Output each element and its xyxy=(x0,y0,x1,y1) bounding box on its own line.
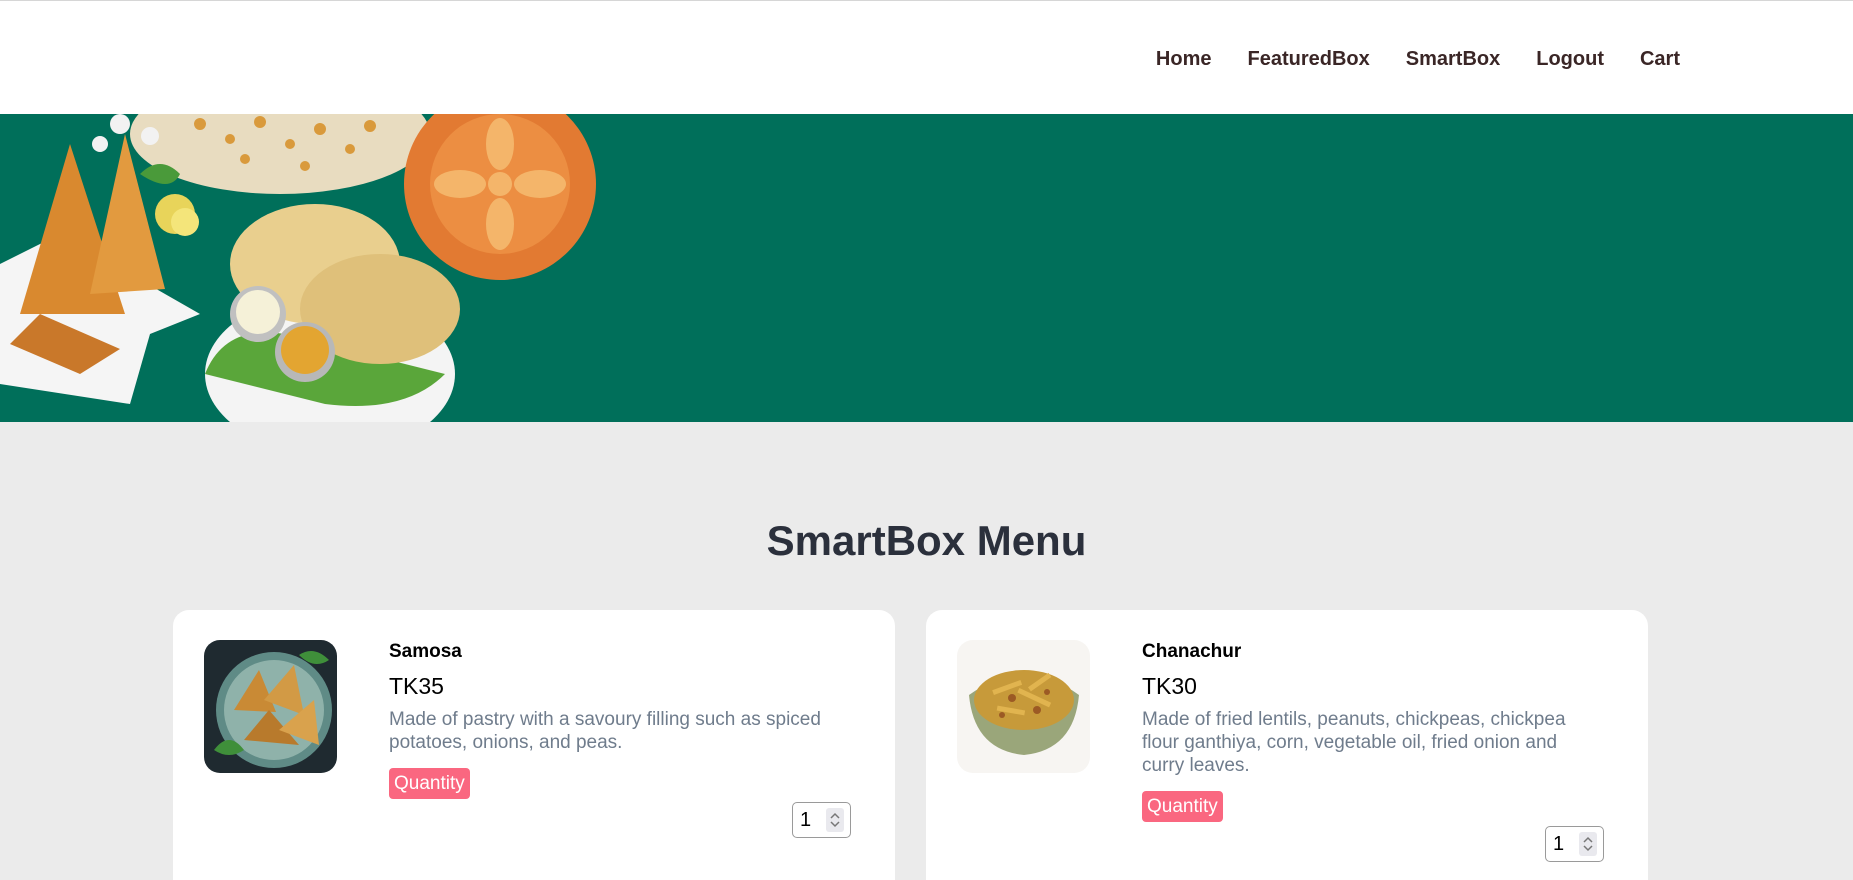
quantity-label-badge: Quantity xyxy=(1142,791,1223,822)
navbar: Home FeaturedBox SmartBox Logout Cart xyxy=(0,0,1853,114)
quantity-stepper[interactable]: 1 xyxy=(792,802,851,838)
chanachur-bowl-image xyxy=(957,640,1090,773)
nav-cart-link[interactable]: Cart xyxy=(1640,48,1680,70)
quantity-value[interactable]: 1 xyxy=(1553,832,1564,856)
menu-item-card: Chanachur TK30 Made of fried lentils, pe… xyxy=(926,610,1648,880)
menu-item-card: Samosa TK35 Made of pastry with a savour… xyxy=(173,610,895,880)
snacks-collage-image xyxy=(0,114,596,422)
item-name: Chanachur xyxy=(1142,641,1242,662)
stepper-arrows-icon[interactable] xyxy=(1579,832,1597,856)
nav-smartbox-link[interactable]: SmartBox xyxy=(1406,48,1500,70)
quantity-value[interactable]: 1 xyxy=(800,808,811,832)
menu-item-details: Chanachur TK30 Made of fried lentils, pe… xyxy=(1142,640,1602,822)
menu-title: SmartBox Menu xyxy=(766,517,1087,564)
nav-featuredbox-link[interactable]: FeaturedBox xyxy=(1248,48,1370,70)
samosa-plate-image xyxy=(204,640,337,773)
nav-logout-link[interactable]: Logout xyxy=(1536,48,1604,70)
nav-links: Home FeaturedBox SmartBox Logout Cart xyxy=(1156,48,1680,70)
item-description: Made of fried lentils, peanuts, chickpea… xyxy=(1142,709,1566,776)
item-price: TK30 xyxy=(1142,673,1197,699)
quantity-stepper[interactable]: 1 xyxy=(1545,826,1604,862)
item-name: Samosa xyxy=(389,641,462,662)
nav-home-link[interactable]: Home xyxy=(1156,48,1212,70)
hero-banner xyxy=(0,114,1853,422)
quantity-label-badge: Quantity xyxy=(389,768,470,799)
stepper-arrows-icon[interactable] xyxy=(826,808,844,832)
item-price: TK35 xyxy=(389,673,444,699)
item-description: Made of pastry with a savoury filling su… xyxy=(389,709,821,753)
menu-item-details: Samosa TK35 Made of pastry with a savour… xyxy=(389,640,849,799)
